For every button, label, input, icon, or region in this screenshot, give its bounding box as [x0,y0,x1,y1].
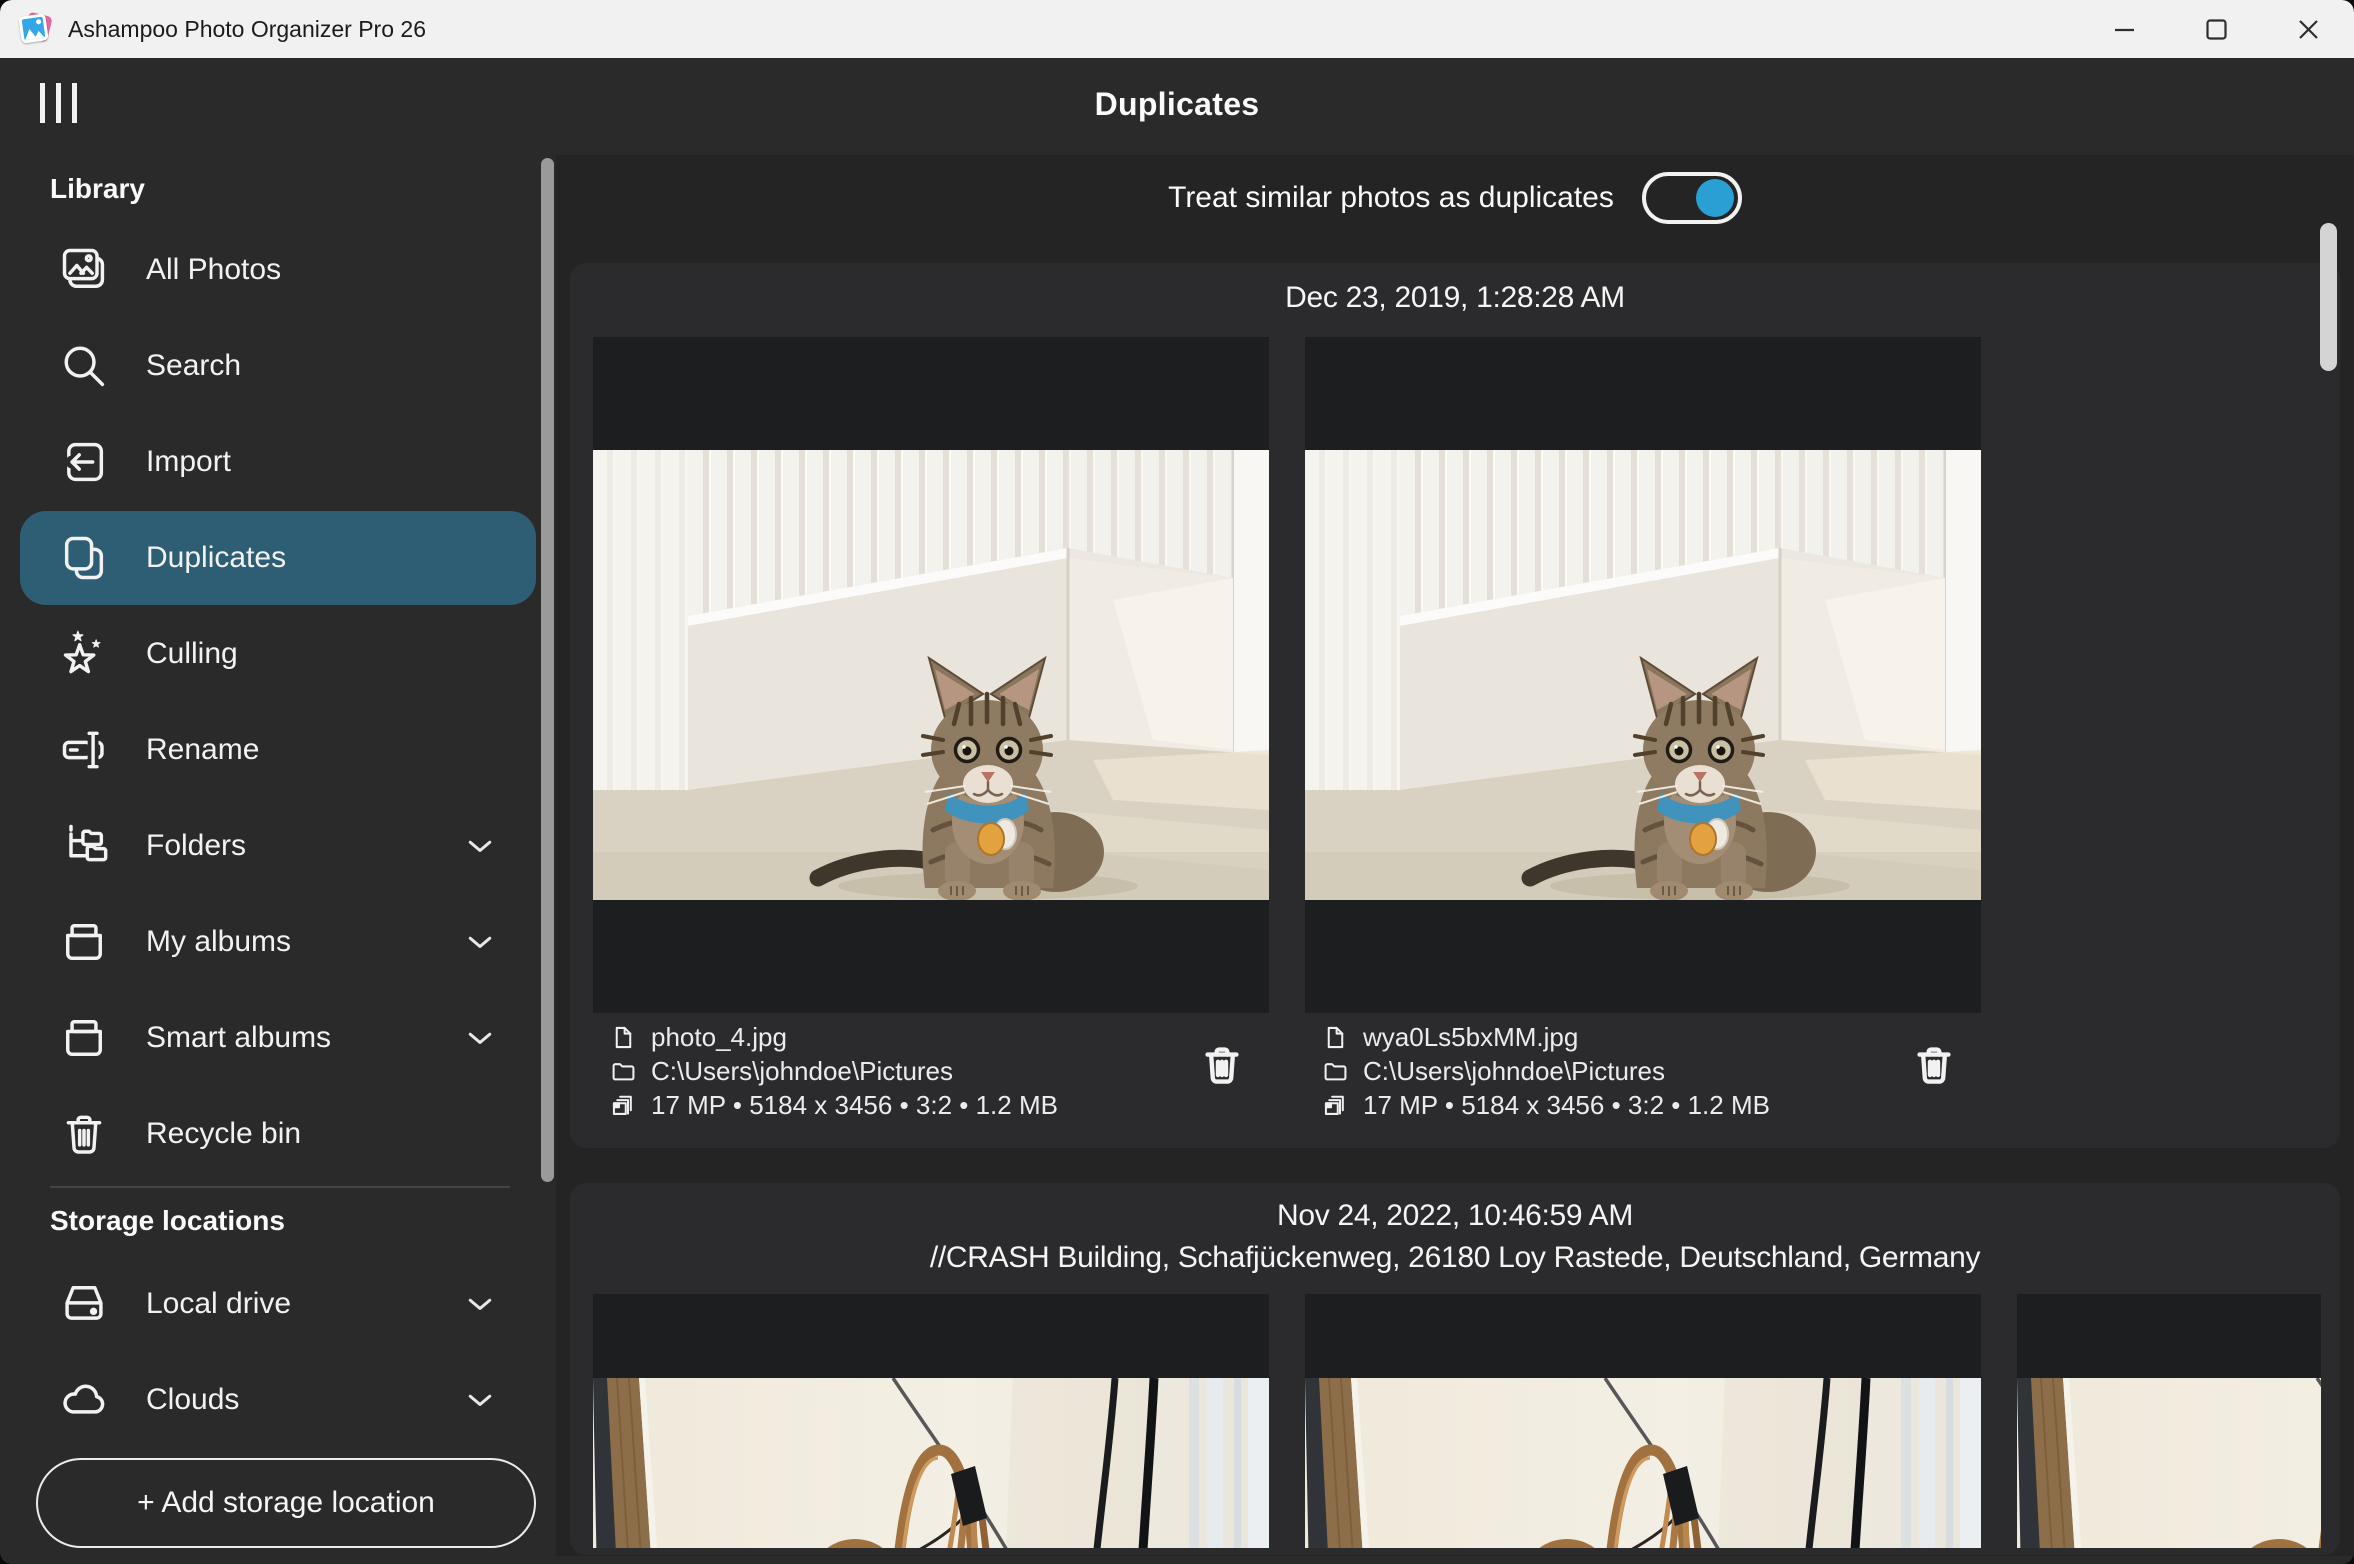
sidebar-item-label: Smart albums [146,1021,331,1055]
photo-thumbnail-chandelier [1305,1378,1981,1548]
photo-card[interactable] [593,337,1269,1013]
page-title: Duplicates [0,86,2354,123]
app-window: Ashampoo Photo Organizer Pro 26 Duplicat… [0,0,2354,1564]
photo-card[interactable] [1305,1294,1981,1548]
sidebar-item-label: Local drive [146,1287,291,1321]
sidebar-item-import[interactable]: Import [0,414,556,510]
trash-icon [58,1108,110,1160]
sidebar-item-duplicates[interactable]: Duplicates [20,511,536,605]
add-storage-location-button[interactable]: + Add storage location [36,1458,536,1548]
sidebar-item-label: Recycle bin [146,1117,301,1151]
photo-thumbnail-cat [593,450,1269,900]
minimize-button[interactable] [2078,0,2170,58]
sidebar-divider [50,1186,510,1188]
hard-drive-icon [58,1278,110,1330]
window-title: Ashampoo Photo Organizer Pro 26 [68,16,426,43]
toggle-knob [1696,179,1734,217]
sidebar-item-label: My albums [146,925,291,959]
library-heading: Library [50,173,145,205]
storage-locations-heading: Storage locations [50,1205,285,1237]
sidebar-item-recycle-bin[interactable]: Recycle bin [0,1086,556,1182]
close-button[interactable] [2262,0,2354,58]
maximize-button[interactable] [2170,0,2262,58]
sidebar-item-label: Rename [146,733,259,767]
photo-card[interactable] [2017,1294,2321,1548]
sidebar-item-label: Search [146,349,241,383]
duplicates-icon [58,532,110,584]
photo-thumbnail-chandelier [2017,1378,2321,1548]
similar-toggle-label: Treat similar photos as duplicates [1168,181,1614,215]
delete-photo-button[interactable] [1190,1029,1254,1101]
close-icon [2295,16,2322,43]
chevron-down-icon [462,1382,498,1418]
photo-filename: photo_4.jpg [651,1022,787,1053]
chevron-down-icon [462,828,498,864]
folder-tree-icon [58,820,110,872]
group-timestamp: Dec 23, 2019, 1:28:28 AM [570,281,2340,315]
group-timestamp: Nov 24, 2022, 10:46:59 AM [570,1199,2340,1233]
photo-thumbnail-chandelier [593,1378,1269,1548]
import-icon [58,436,110,488]
sidebar-item-local-drive[interactable]: Local drive [0,1256,556,1352]
app-logo-icon [18,11,54,47]
sidebar-item-smart-albums[interactable]: Smart albums [0,990,556,1086]
sidebar-item-all-photos[interactable]: All Photos [0,222,556,318]
similar-toggle-row: Treat similar photos as duplicates [556,155,2354,241]
sidebar-item-clouds[interactable]: Clouds [0,1352,556,1448]
photo-metadata: wya0Ls5bxMM.jpg C:\Users\johndoe\Picture… [1322,1020,1902,1122]
trash-icon [1198,1037,1246,1093]
photos-icon [58,244,110,296]
maximize-icon [2203,16,2230,43]
delete-photo-button[interactable] [1902,1029,1966,1101]
photo-filename: wya0Ls5bxMM.jpg [1363,1022,1578,1053]
sidebar-item-my-albums[interactable]: My albums [0,894,556,990]
photo-folder-path: C:\Users\johndoe\Pictures [1363,1056,1665,1087]
titlebar: Ashampoo Photo Organizer Pro 26 [0,0,2354,58]
folder-icon [610,1058,637,1085]
sidebar-item-label: Import [146,445,231,479]
content-scrollbar[interactable] [2320,223,2337,371]
photo-card[interactable] [593,1294,1269,1548]
file-icon [1322,1024,1349,1051]
sidebar-item-search[interactable]: Search [0,318,556,414]
search-icon [58,340,110,392]
sidebar-item-culling[interactable]: Culling [0,606,556,702]
sidebar-item-folders[interactable]: Folders [0,798,556,894]
album-icon [58,1012,110,1064]
chevron-down-icon [462,1020,498,1056]
sidebar-item-label: Duplicates [146,541,286,575]
sidebar-item-rename[interactable]: Rename [0,702,556,798]
trash-icon [1910,1037,1958,1093]
window-controls [2078,0,2354,58]
chevron-down-icon [462,924,498,960]
sidebar-scrollbar[interactable] [541,158,554,1182]
chevron-down-icon [462,1286,498,1322]
sidebar-item-label: Clouds [146,1383,239,1417]
culling-icon [58,628,110,680]
duplicate-group: Dec 23, 2019, 1:28:28 AM photo_4.jpg C:\… [570,263,2340,1148]
photo-card[interactable] [1305,337,1981,1013]
group-location: //CRASH Building, Schafjückenweg, 26180 … [570,1241,2340,1275]
photo-thumbnail-cat [1305,450,1981,900]
similar-photos-toggle[interactable] [1642,172,1742,224]
photo-folder-path: C:\Users\johndoe\Pictures [651,1056,953,1087]
minimize-icon [2111,16,2138,43]
pages-icon [1322,1092,1349,1119]
sidebar-item-label: All Photos [146,253,281,287]
pages-icon [610,1092,637,1119]
sidebar-item-label: Culling [146,637,238,671]
folder-icon [1322,1058,1349,1085]
photo-specs: 17 MP • 5184 x 3456 • 3:2 • 1.2 MB [1363,1090,1770,1121]
cloud-icon [58,1374,110,1426]
photo-specs: 17 MP • 5184 x 3456 • 3:2 • 1.2 MB [651,1090,1058,1121]
sidebar-item-label: Folders [146,829,246,863]
album-icon [58,916,110,968]
rename-icon [58,724,110,776]
photo-metadata: photo_4.jpg C:\Users\johndoe\Pictures 17… [610,1020,1190,1122]
sidebar: Library All Photos Search Import Duplica… [0,155,556,1556]
duplicate-group: Nov 24, 2022, 10:46:59 AM //CRASH Buildi… [570,1183,2340,1555]
file-icon [610,1024,637,1051]
